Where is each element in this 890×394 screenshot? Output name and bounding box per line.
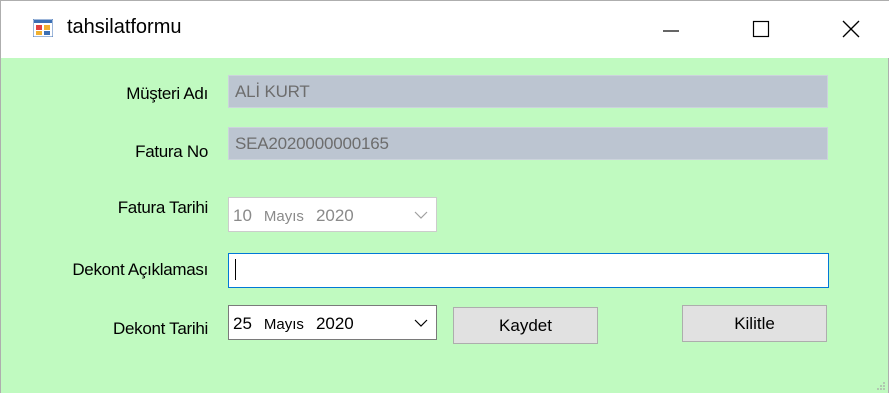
kilitle-button[interactable]: Kilitle	[682, 305, 827, 342]
form-client-area: Müşteri Adı ALİ KURT Fatura No SEA202000…	[1, 58, 888, 393]
dekont-aciklamasi-label: Dekont Açıklaması	[72, 260, 208, 279]
fatura-tarihi-picker[interactable]: 10 Mayıs 2020	[228, 197, 437, 232]
fatura-no-label: Fatura No	[135, 142, 208, 161]
dekont-tarihi-day: 25	[233, 314, 252, 333]
kaydet-button[interactable]: Kaydet	[453, 307, 598, 344]
title-bar[interactable]: tahsilatformu	[1, 1, 889, 58]
chevron-down-icon[interactable]	[414, 208, 428, 222]
musteri-adi-field[interactable]: ALİ KURT	[228, 75, 828, 108]
fatura-no-field[interactable]: SEA2020000000165	[228, 127, 828, 160]
dekont-aciklamasi-input[interactable]	[228, 253, 829, 288]
close-button[interactable]	[821, 1, 881, 57]
close-icon	[842, 20, 860, 38]
resize-grip-icon[interactable]	[876, 381, 886, 391]
minimize-button[interactable]	[641, 1, 701, 57]
fatura-tarihi-label: Fatura Tarihi	[117, 198, 209, 217]
app-form-icon	[33, 19, 53, 37]
minimize-icon	[663, 30, 679, 32]
musteri-adi-label: Müşteri Adı	[126, 84, 208, 103]
dekont-tarihi-year: 2020	[315, 314, 354, 333]
fatura-tarihi-month: Mayıs	[263, 208, 304, 225]
dekont-tarihi-label: Dekont Tarihi	[112, 319, 208, 338]
maximize-button[interactable]	[731, 1, 791, 57]
dekont-tarihi-picker[interactable]: 25 Mayıs 2020	[228, 305, 437, 340]
app-window: tahsilatformu Müşteri Adı ALİ KURT Fatur…	[0, 0, 889, 393]
window-title: tahsilatformu	[67, 16, 182, 38]
text-caret	[235, 259, 236, 280]
maximize-icon	[752, 20, 770, 38]
chevron-down-icon[interactable]	[414, 316, 428, 330]
fatura-tarihi-year: 2020	[315, 206, 354, 225]
dekont-tarihi-month: Mayıs	[263, 316, 304, 333]
fatura-tarihi-day: 10	[233, 206, 252, 225]
